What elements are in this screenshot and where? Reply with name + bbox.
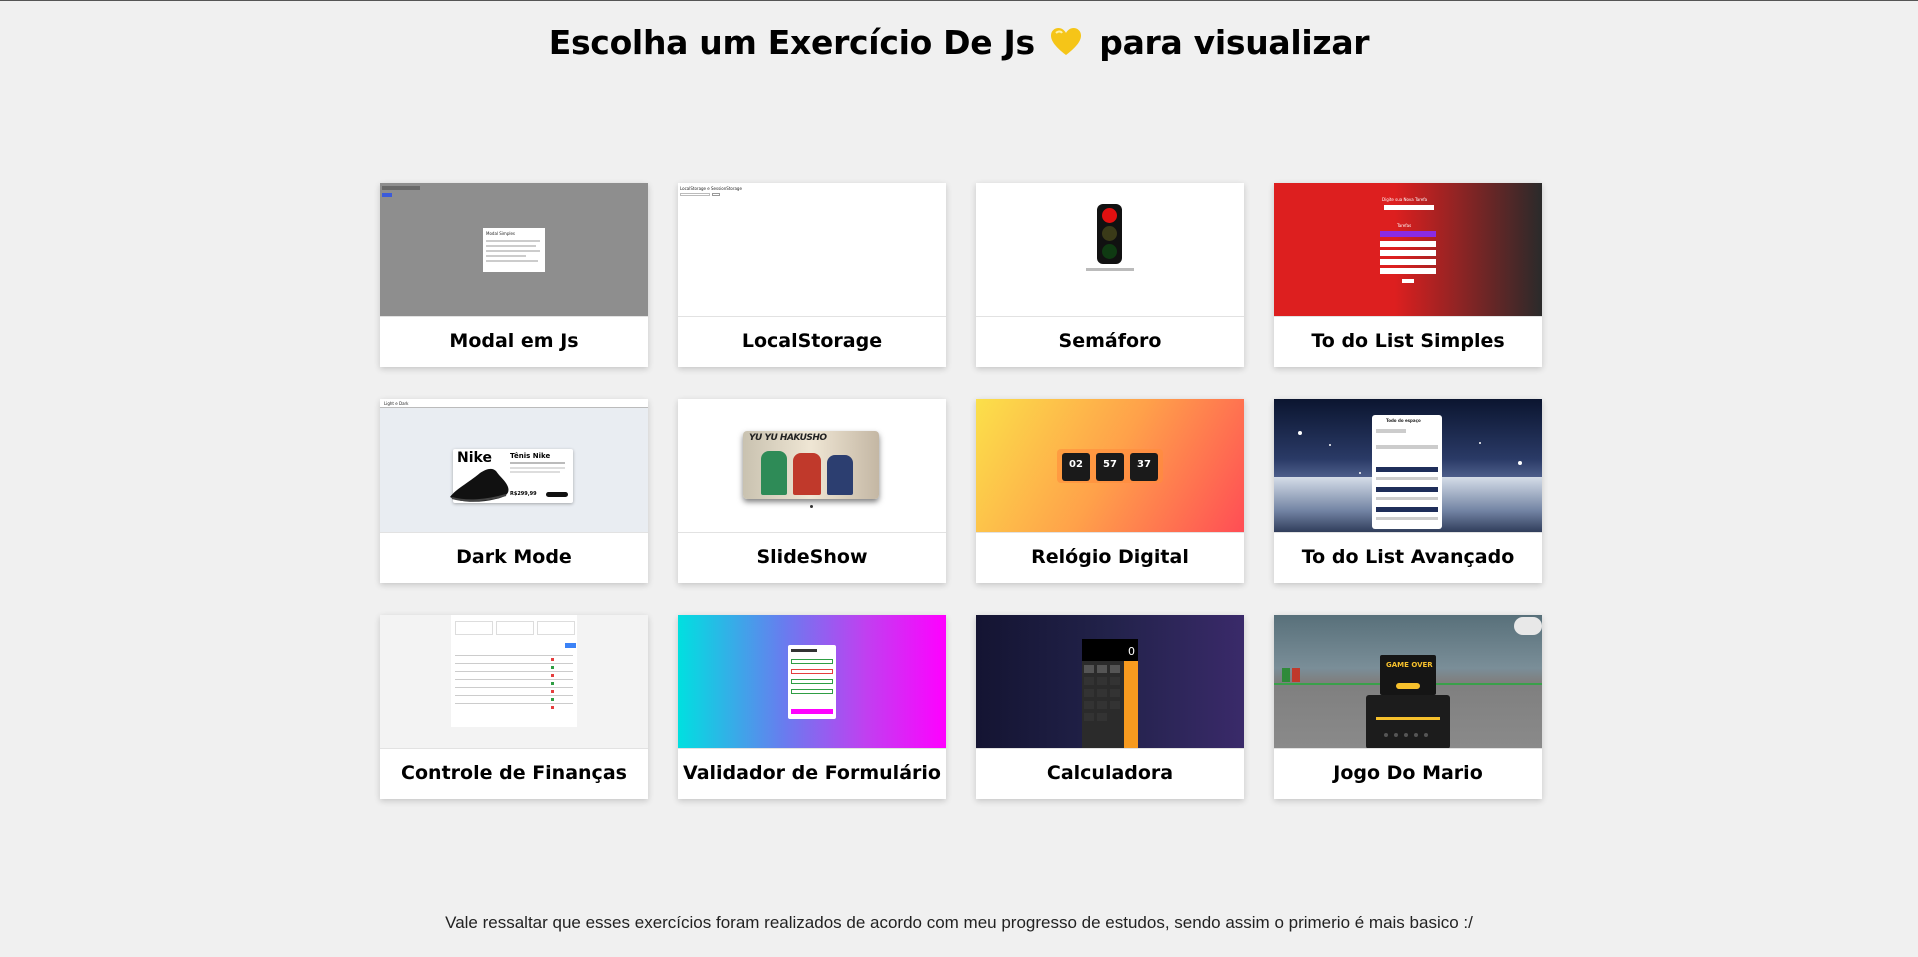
card-title: Controle de Finanças — [401, 762, 627, 784]
card-semaforo[interactable]: Semáforo — [976, 183, 1244, 367]
card-title: Modal em Js — [449, 330, 579, 352]
clock-minutes: 57 — [1096, 453, 1124, 481]
card-title: To do List Simples — [1311, 330, 1505, 352]
slideshow-banner-text: YU YU HAKUSHO — [749, 433, 827, 443]
mario-logo-text: GAME OVER — [1386, 661, 1433, 669]
card-title: SlideShow — [756, 546, 868, 568]
card-title: Validador de Formulário — [683, 762, 941, 784]
card-todo-avancado[interactable]: Todo do espaço To do List Avançado — [1274, 399, 1542, 583]
thumb-financas — [380, 615, 648, 749]
card-title: Jogo Do Mario — [1333, 762, 1483, 784]
clock-hours: 02 — [1062, 453, 1090, 481]
card-modal[interactable]: Modal Simples Modal em Js — [380, 183, 648, 367]
product-name: Tênis Nike — [510, 452, 551, 460]
card-slideshow[interactable]: YU YU HAKUSHO SlideShow — [678, 399, 946, 583]
card-calculadora[interactable]: 0 Calculadora — [976, 615, 1244, 799]
thumb-calculadora: 0 — [976, 615, 1244, 749]
thumb-relogio: 02 57 37 — [976, 399, 1244, 533]
page-title-text-start: Escolha um Exercício De Js — [548, 23, 1035, 62]
card-title: LocalStorage — [741, 330, 883, 352]
thumb-slideshow: YU YU HAKUSHO — [678, 399, 946, 533]
todo-thumb-text-2: Tarefas — [1397, 223, 1412, 228]
thumb-todo-simples: Digite sua Nova Tarefa Tarefas — [1274, 183, 1542, 317]
thumb-modal: Modal Simples — [380, 183, 648, 317]
thumb-semaforo — [976, 183, 1244, 317]
yellow-heart-icon — [1051, 28, 1082, 55]
card-dark-mode[interactable]: Light e Dark Nike Tênis Nike R$299,99 Da… — [380, 399, 648, 583]
card-localstorage[interactable]: LocalStorage e SessionStorage LocalStora… — [678, 183, 946, 367]
thumb-localstorage: LocalStorage e SessionStorage — [678, 183, 946, 317]
card-relogio-digital[interactable]: 02 57 37 Relógio Digital — [976, 399, 1244, 583]
sneaker-icon — [450, 468, 509, 502]
card-title: To do List Avançado — [1301, 546, 1515, 568]
modal-thumb-text: Modal Simples — [486, 231, 516, 236]
footer-note: Vale ressaltar que esses exercícios fora… — [445, 913, 1473, 932]
dark-mode-thumb-text: Light e Dark — [384, 401, 409, 406]
page-title: Escolha um Exercício De Js para visualiz… — [0, 23, 1918, 62]
thumb-validador — [678, 615, 946, 749]
todo-adv-thumb-text: Todo do espaço — [1386, 418, 1421, 423]
card-title: Semáforo — [1058, 330, 1162, 352]
calc-display: 0 — [1082, 639, 1138, 661]
card-todo-simples[interactable]: Digite sua Nova Tarefa Tarefas To do Lis… — [1274, 183, 1542, 367]
thumb-todo-avancado: Todo do espaço — [1274, 399, 1542, 533]
todo-thumb-text: Digite sua Nova Tarefa — [1382, 197, 1428, 202]
localstorage-thumb-text: LocalStorage e SessionStorage — [680, 186, 742, 191]
card-title: Dark Mode — [456, 546, 572, 568]
thumb-mario: GAME OVER — [1274, 615, 1542, 749]
page-title-text-end: para visualizar — [1099, 23, 1370, 62]
exercise-grid: Modal Simples Modal em Js LocalStorage e… — [380, 183, 1542, 799]
card-title: Relógio Digital — [1031, 546, 1189, 568]
traffic-light-icon — [1097, 204, 1122, 264]
card-financas[interactable]: Controle de Finanças — [380, 615, 648, 799]
thumb-dark-mode: Light e Dark Nike Tênis Nike R$299,99 — [380, 399, 648, 533]
card-validador[interactable]: Validador de Formulário — [678, 615, 946, 799]
product-price: R$299,99 — [510, 491, 537, 497]
card-mario[interactable]: GAME OVER Jogo Do Mario — [1274, 615, 1542, 799]
clock-seconds: 37 — [1130, 453, 1158, 481]
card-title: Calculadora — [1046, 762, 1174, 784]
